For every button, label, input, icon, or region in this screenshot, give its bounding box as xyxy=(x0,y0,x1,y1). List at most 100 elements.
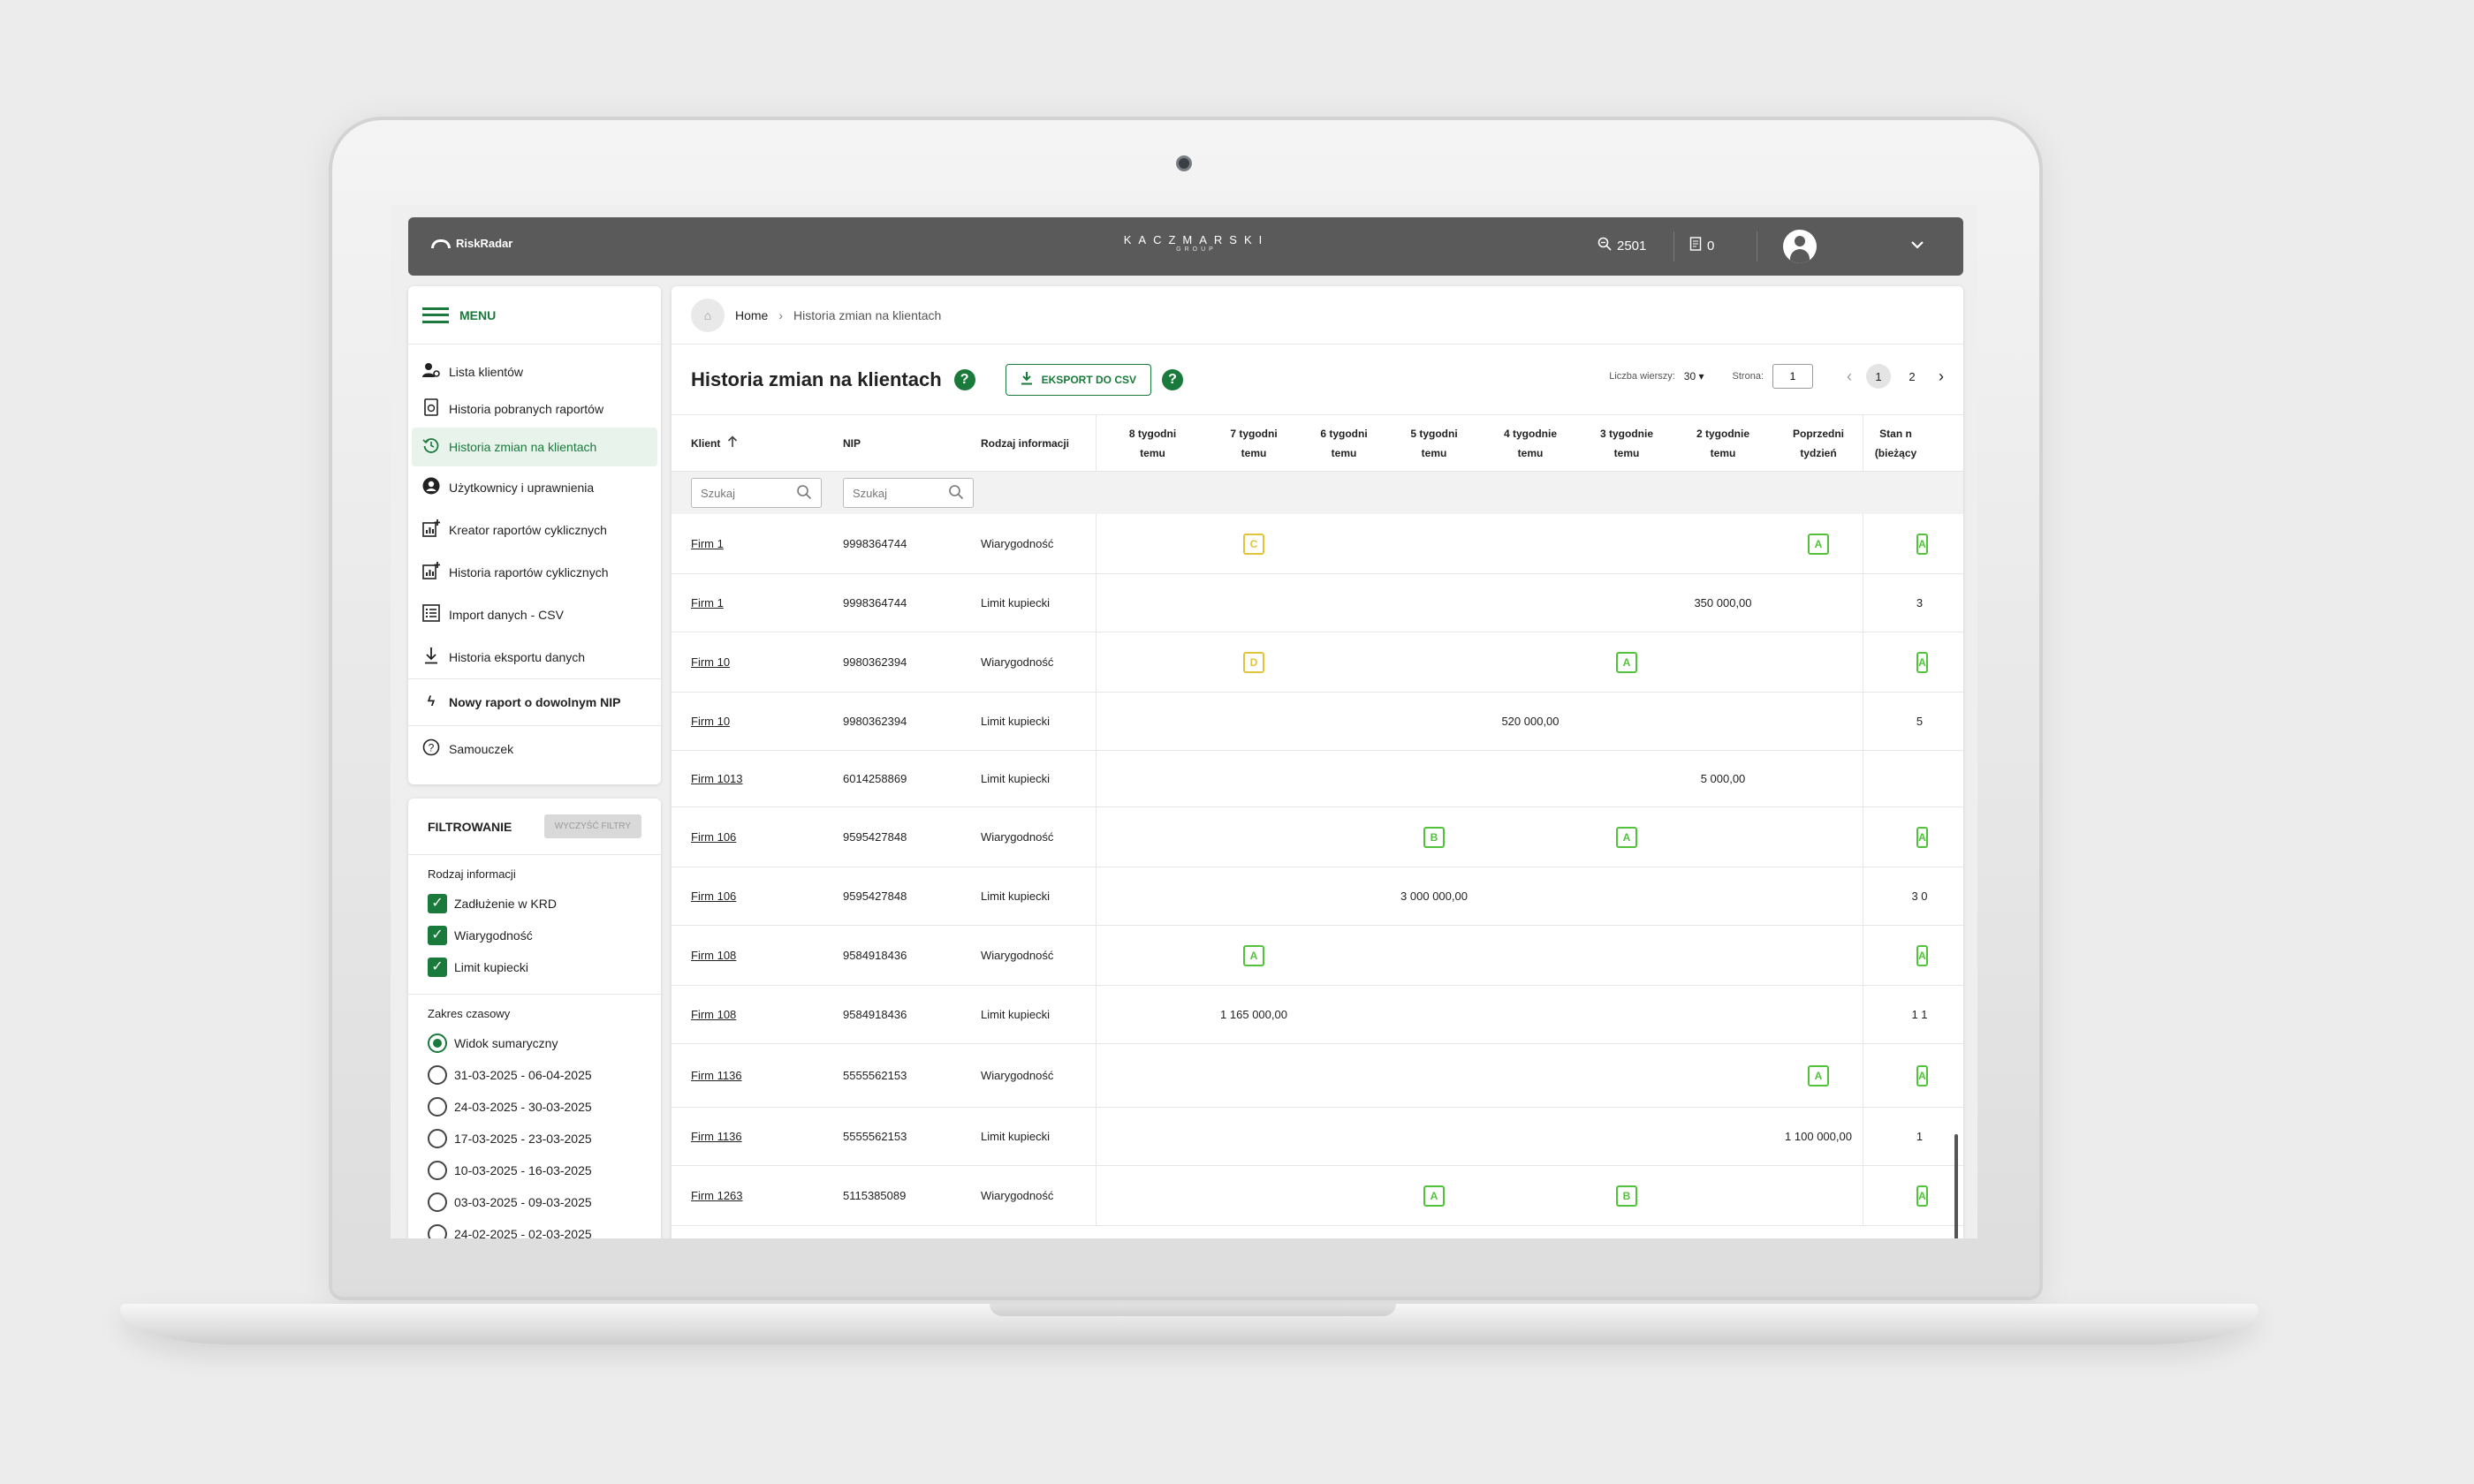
range-radio[interactable]: 03-03-2025 - 09-03-2025 xyxy=(428,1186,641,1218)
limit-value: 1 xyxy=(1916,1130,1924,1143)
column-header-nip[interactable]: NIP xyxy=(823,415,975,471)
sidebar-item-label: Historia eksportu danych xyxy=(449,650,586,664)
sidebar-item[interactable]: Historia eksportu danych xyxy=(408,636,661,678)
export-csv-button[interactable]: EKSPORT DO CSV xyxy=(1005,363,1151,396)
week-cell xyxy=(1479,867,1582,925)
home-icon[interactable]: ⌂ xyxy=(691,298,725,332)
report-history-icon xyxy=(422,398,440,420)
sidebar-item[interactable]: Lista klientów xyxy=(408,353,661,390)
sidebar-item[interactable]: Historia zmian na klientach xyxy=(412,428,657,466)
rating-badge: A xyxy=(1916,651,1928,673)
week-cell xyxy=(1582,751,1672,806)
radio-unselected-icon xyxy=(428,1129,447,1148)
week-cell xyxy=(1672,1044,1774,1107)
week-cell: 3 xyxy=(1863,574,1928,632)
user-avatar[interactable] xyxy=(1783,230,1817,263)
document-counter[interactable]: 0 xyxy=(1689,237,1714,254)
sidebar-item[interactable]: Kreator raportów cyklicznych xyxy=(408,509,661,551)
search-counter[interactable]: 2501 xyxy=(1597,237,1646,254)
week-cell xyxy=(1096,693,1209,750)
clear-filters-button[interactable]: WYCZYŚĆ FILTRY xyxy=(543,814,641,838)
info-type-checkbox[interactable]: ✓ Wiarygodność xyxy=(428,920,641,951)
week-cell xyxy=(1389,751,1479,806)
client-link[interactable]: Firm 1136 xyxy=(691,1130,742,1143)
week-cell xyxy=(1209,574,1299,632)
range-radio[interactable]: 31-03-2025 - 06-04-2025 xyxy=(428,1059,641,1091)
week-cell: B xyxy=(1582,1166,1672,1225)
week-cell: 3 0 xyxy=(1863,867,1928,925)
week-cell: A xyxy=(1582,632,1672,692)
client-link[interactable]: Firm 1013 xyxy=(691,772,743,785)
range-radio[interactable]: 10-03-2025 - 16-03-2025 xyxy=(428,1155,641,1186)
column-header-week: 2 tygodnie temu xyxy=(1696,427,1749,459)
limit-value: 3 000 000,00 xyxy=(1400,890,1468,903)
client-link[interactable]: Firm 106 xyxy=(691,830,736,844)
week-cell: D xyxy=(1209,632,1299,692)
client-link[interactable]: Firm 1 xyxy=(691,537,724,550)
rating-badge: A xyxy=(1616,651,1637,673)
column-header-info[interactable]: Rodzaj informacji xyxy=(975,415,1096,471)
info-type-checkbox[interactable]: ✓ Zadłużenie w KRD xyxy=(428,888,641,920)
help-icon[interactable]: ? xyxy=(1162,368,1183,390)
week-cell xyxy=(1479,986,1582,1043)
client-search-input[interactable]: Szukaj xyxy=(691,478,822,508)
chevron-right-icon[interactable]: › xyxy=(1933,367,1949,386)
checkbox-checked-icon: ✓ xyxy=(428,926,447,945)
week-cell xyxy=(1209,867,1299,925)
help-icon[interactable]: ? xyxy=(953,368,975,390)
chevron-left-icon[interactable]: ‹ xyxy=(1841,367,1857,386)
client-link[interactable]: Firm 108 xyxy=(691,949,736,962)
chart-add-icon xyxy=(422,519,440,541)
info-type-checkbox[interactable]: ✓ Limit kupiecki xyxy=(428,951,641,983)
riskradar-logo[interactable]: RiskRadar xyxy=(431,237,512,250)
chevron-down-icon[interactable] xyxy=(1910,238,1924,254)
tutorial-link[interactable]: ? Samouczek xyxy=(408,726,661,772)
sidebar-item[interactable]: Użytkownicy i uprawnienia xyxy=(408,466,661,509)
sidebar-item[interactable]: Historia raportów cyklicznych xyxy=(408,551,661,594)
nip-value: 6014258869 xyxy=(843,772,907,785)
title-bar: Historia zmian na klientach ? EKSPORT DO… xyxy=(672,344,1963,415)
table-row: Firm 106 9595427848 Limit kupiecki 3 000 00… xyxy=(672,867,1963,926)
checkbox-checked-icon: ✓ xyxy=(428,894,447,913)
new-report-link[interactable]: ϟ Nowy raport o dowolnym NIP xyxy=(408,679,661,725)
menu-title: MENU xyxy=(459,307,497,322)
client-link[interactable]: Firm 10 xyxy=(691,655,730,669)
range-radio[interactable]: 17-03-2025 - 23-03-2025 xyxy=(428,1123,641,1155)
client-link[interactable]: Firm 106 xyxy=(691,890,736,903)
week-cell xyxy=(1774,632,1863,692)
page-2-button[interactable]: 2 xyxy=(1900,364,1924,389)
sidebar-item[interactable]: Import danych - CSV xyxy=(408,594,661,636)
range-radio[interactable]: Widok sumaryczny xyxy=(428,1027,641,1059)
table-row: Firm 108 9584918436 Wiarygodność A A xyxy=(672,926,1963,986)
tutorial-label: Samouczek xyxy=(449,742,514,756)
breadcrumb-home[interactable]: Home xyxy=(735,308,768,322)
nip-search-input[interactable]: Szukaj xyxy=(843,478,974,508)
client-link[interactable]: Firm 1 xyxy=(691,596,724,610)
sidebar-item[interactable]: Historia pobranych raportów xyxy=(408,390,661,428)
week-cell: 3 000 000,00 xyxy=(1389,867,1479,925)
column-header-client[interactable]: Klient xyxy=(672,415,823,471)
column-header-label: Rodzaj informacji xyxy=(981,436,1070,450)
info-type-filter: Rodzaj informacji ✓ Zadłużenie w KRD ✓ Wiar… xyxy=(408,855,661,995)
week-cell xyxy=(1389,632,1479,692)
brand-sub: GROUP xyxy=(1176,246,1217,253)
table-header: Klient NIP Rodzaj informacji 8 tygodni temu… xyxy=(672,415,1963,472)
week-cell: A xyxy=(1863,632,1928,692)
page-input[interactable] xyxy=(1772,364,1813,389)
menu-toggle[interactable]: MENU xyxy=(408,286,661,344)
client-link[interactable]: Firm 1136 xyxy=(691,1069,742,1082)
rows-per-page-select[interactable]: 30 ▾ xyxy=(1684,370,1704,382)
client-link[interactable]: Firm 1263 xyxy=(691,1189,743,1202)
week-cell xyxy=(1209,1108,1299,1165)
client-link[interactable]: Firm 108 xyxy=(691,1008,736,1021)
sort-ascending-icon[interactable] xyxy=(727,435,738,450)
nip-search-placeholder: Szukaj xyxy=(853,486,888,500)
range-radio[interactable]: 24-03-2025 - 30-03-2025 xyxy=(428,1091,641,1123)
range-radio[interactable]: 24-02-2025 - 02-03-2025 xyxy=(428,1218,641,1238)
scrollbar[interactable] xyxy=(1954,1134,1958,1238)
week-cell: 5 xyxy=(1863,693,1928,750)
week-cell xyxy=(1774,1166,1863,1225)
laptop-notch xyxy=(990,1304,1396,1316)
client-link[interactable]: Firm 10 xyxy=(691,715,730,728)
page-1-button[interactable]: 1 xyxy=(1866,364,1891,389)
